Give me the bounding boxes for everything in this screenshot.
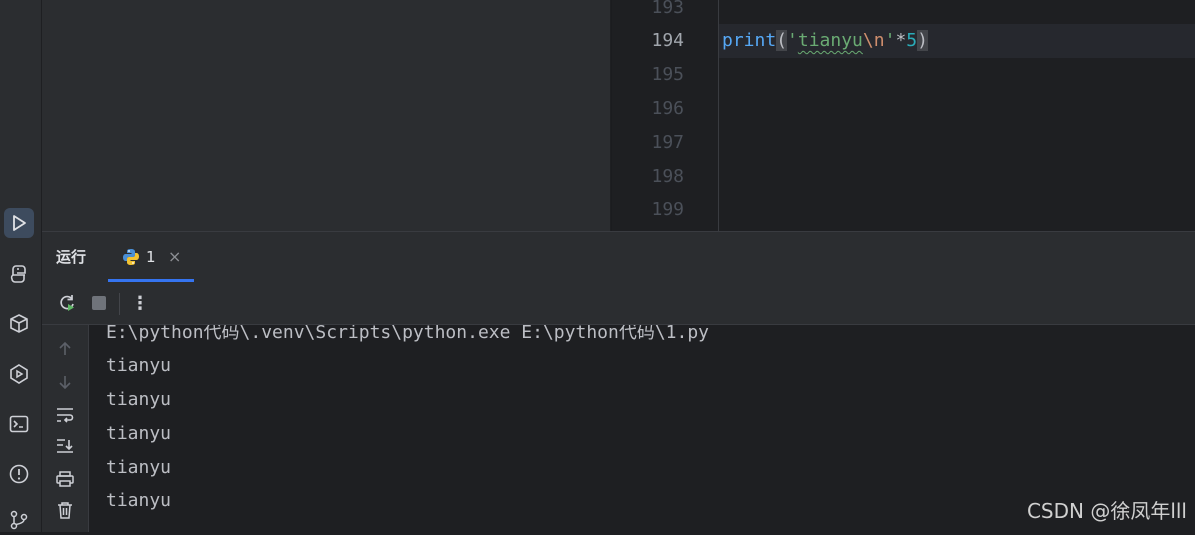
git-icon[interactable] — [4, 505, 34, 535]
line-number: 193 — [651, 0, 684, 18]
code-operator: * — [895, 30, 907, 51]
tool-window-bar — [0, 0, 42, 532]
scroll-to-end-icon[interactable] — [52, 434, 78, 458]
run-tab[interactable]: 1 × — [108, 232, 194, 282]
services-icon[interactable] — [4, 359, 34, 389]
console-output-line: tianyu — [106, 389, 172, 410]
trash-icon[interactable] — [52, 498, 78, 522]
code-escape: \n — [862, 30, 885, 51]
more-options-icon[interactable]: ⋮ — [127, 290, 153, 316]
line-number: 198 — [651, 166, 684, 187]
console-output-line: tianyu — [106, 457, 172, 478]
scroll-down-icon[interactable] — [52, 370, 78, 394]
close-tab-icon[interactable]: × — [168, 232, 181, 282]
line-number-current: 194 — [651, 30, 684, 51]
terminal-icon[interactable] — [4, 409, 34, 439]
scroll-up-icon[interactable] — [52, 337, 78, 361]
console-output-line: tianyu — [106, 355, 172, 376]
toolbar-divider — [119, 293, 120, 315]
problems-icon[interactable] — [4, 459, 34, 489]
console-command-line: E:\python代码\.venv\Scripts\python.exe E:\… — [106, 325, 710, 343]
run-panel-title: 运行 — [56, 248, 87, 266]
console-output-line: tianyu — [106, 490, 172, 511]
python-file-icon — [122, 248, 140, 270]
python-packages-icon[interactable] — [4, 309, 34, 339]
rerun-icon[interactable] — [54, 290, 80, 316]
editor-gutter: 193 194 195 196 197 198 199 — [611, 0, 719, 231]
run-toolbar: ⋮ — [42, 282, 1195, 325]
line-number: 199 — [651, 199, 684, 220]
line-number: 196 — [651, 98, 684, 119]
line-number: 197 — [651, 132, 684, 153]
run-tab-label: 1 — [146, 248, 156, 266]
code-open-paren: ( — [776, 30, 788, 51]
print-icon[interactable] — [52, 467, 78, 491]
code-quote-open: ' — [787, 30, 798, 51]
console-output-line: tianyu — [106, 423, 172, 444]
line-number: 195 — [651, 64, 684, 85]
code-close-paren: ) — [917, 30, 928, 51]
code-string: tianyu — [797, 30, 863, 51]
watermark: CSDN @徐凤年lll — [1026, 499, 1187, 523]
run-panel-header: 运行 1 × — [42, 231, 1195, 283]
soft-wrap-icon[interactable] — [52, 403, 78, 427]
console-side-toolbar — [42, 325, 89, 532]
code-number: 5 — [906, 30, 918, 51]
code-quote-close: ' — [884, 30, 896, 51]
project-pane — [42, 0, 610, 231]
code-line-194[interactable]: print('tianyu\n'*5) — [722, 24, 928, 58]
python-console-icon[interactable] — [4, 259, 34, 289]
run-icon[interactable] — [4, 208, 34, 238]
stop-icon[interactable] — [86, 290, 112, 316]
code-editor[interactable]: print('tianyu\n'*5) — [719, 0, 1195, 231]
code-function: print — [722, 30, 777, 51]
